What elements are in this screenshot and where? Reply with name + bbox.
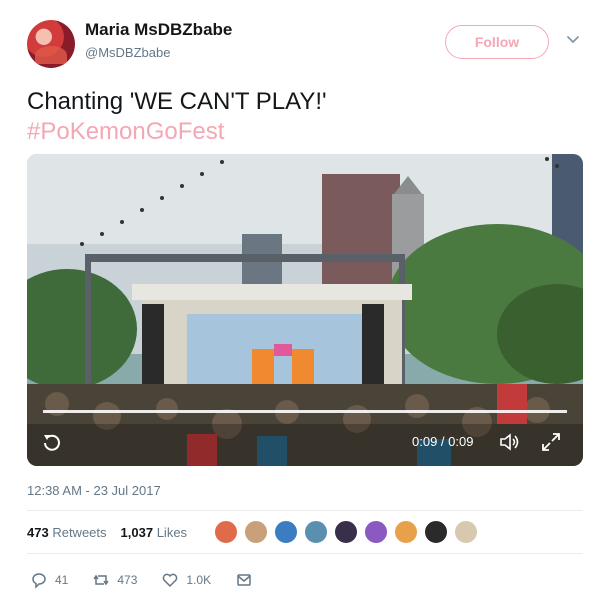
liker-avatar-3[interactable] <box>274 520 298 544</box>
tweet-timestamp[interactable]: 12:38 AM - 23 Jul 2017 <box>27 483 161 498</box>
likes-count: 1,037 <box>120 525 154 540</box>
tweet-card: Maria MsDBZbabe @MsDBZbabe Follow Chanti… <box>0 0 600 601</box>
heart-icon <box>163 573 178 588</box>
tweet-stats: 473 Retweets 1,037 Likes <box>27 525 197 540</box>
liker-avatars <box>214 520 478 544</box>
liker-avatar-2[interactable] <box>244 520 268 544</box>
envelope-icon <box>237 574 251 586</box>
follow-button[interactable]: Follow <box>445 25 549 59</box>
avatar[interactable] <box>27 20 75 68</box>
fullscreen-icon[interactable] <box>539 430 563 454</box>
tweet-text: Chanting 'WE CAN'T PLAY!' <box>27 88 327 115</box>
liker-avatar-5[interactable] <box>334 520 358 544</box>
reply-icon <box>32 573 46 589</box>
liker-avatar-8[interactable] <box>424 520 448 544</box>
liker-avatar-6[interactable] <box>364 520 388 544</box>
reply-count: 41 <box>55 573 69 587</box>
divider <box>27 553 583 554</box>
video-time: 0:09 / 0:09 <box>412 434 474 449</box>
like-button[interactable]: 1.0K <box>161 571 211 589</box>
retweets-label: Retweets <box>52 525 107 540</box>
reply-button[interactable]: 41 <box>30 571 68 589</box>
tweet-actions: 41 473 1.0K <box>30 571 277 589</box>
liker-avatar-1[interactable] <box>214 520 238 544</box>
retweets-count: 473 <box>27 525 49 540</box>
retweet-count: 473 <box>117 573 138 587</box>
retweet-icon <box>93 574 109 586</box>
likes-label: Likes <box>156 525 188 540</box>
replay-icon[interactable] <box>39 430 65 456</box>
direct-message-button[interactable] <box>235 571 253 589</box>
volume-icon[interactable] <box>497 430 521 454</box>
liker-avatar-4[interactable] <box>304 520 328 544</box>
liker-avatar-7[interactable] <box>394 520 418 544</box>
user-handle[interactable]: @MsDBZbabe <box>85 45 170 60</box>
divider <box>27 510 583 511</box>
retweets-stat[interactable]: 473 Retweets <box>27 525 107 540</box>
like-count: 1.0K <box>186 573 212 587</box>
likes-stat[interactable]: 1,037 Likes <box>121 525 188 540</box>
retweet-button[interactable]: 473 <box>92 571 137 589</box>
video-progress-bar[interactable] <box>43 410 567 413</box>
chevron-down-icon[interactable] <box>566 33 580 47</box>
video-frame <box>27 154 583 466</box>
hashtag-link[interactable]: #PoKemonGoFest <box>27 116 224 147</box>
video-player[interactable]: 0:09 / 0:09 <box>27 154 583 466</box>
liker-avatar-9[interactable] <box>454 520 478 544</box>
display-name[interactable]: Maria MsDBZbabe <box>85 20 232 40</box>
